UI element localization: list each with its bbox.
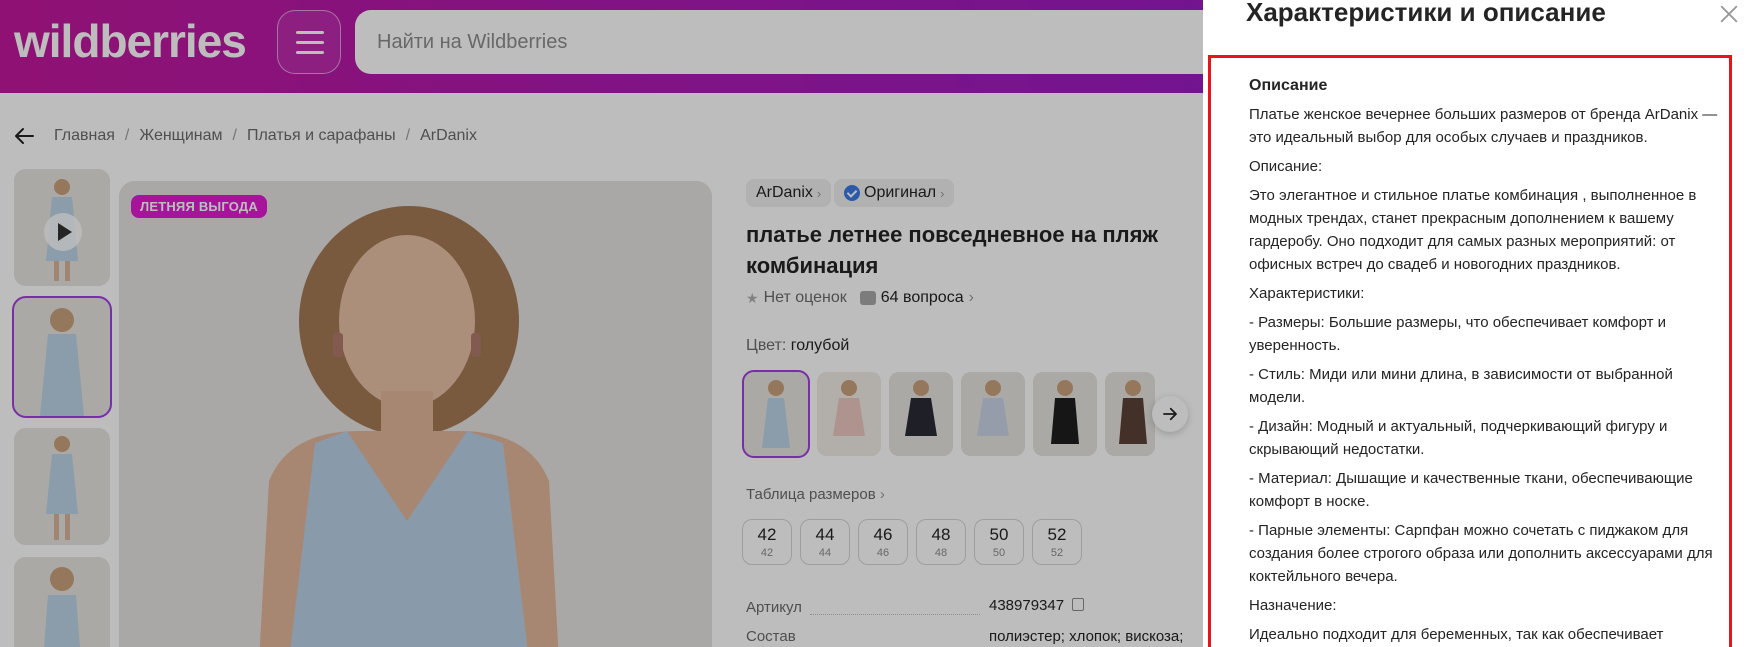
description-paragraph: - Материал: Дышащие и качественные ткани…	[1249, 470, 1693, 510]
description-paragraph: Платье женское вечернее больших размеров…	[1249, 106, 1718, 146]
characteristics-panel: Характеристики и описание Описание Плать…	[1203, 0, 1758, 647]
description-paragraph: Описание:	[1249, 158, 1323, 175]
modal-backdrop[interactable]	[0, 0, 1203, 647]
panel-title: Характеристики и описание	[1246, 0, 1606, 27]
description-paragraph: Назначение:	[1249, 597, 1337, 614]
description-paragraph: - Парные элементы: Сарпфан можно сочетат…	[1249, 522, 1713, 585]
description-box: Описание Платье женское вечернее больших…	[1208, 55, 1732, 647]
description-paragraph: Идеально подходит для беременных, так ка…	[1249, 626, 1664, 643]
description-paragraph: - Стиль: Миди или мини длина, в зависимо…	[1249, 366, 1673, 406]
description-paragraph: Это элегантное и стильное платье комбина…	[1249, 187, 1697, 273]
description-paragraph: - Размеры: Большие размеры, что обеспечи…	[1249, 314, 1667, 354]
description-paragraph: Характеристики:	[1249, 285, 1365, 302]
description-content: Описание Платье женское вечернее больших…	[1249, 74, 1727, 647]
description-paragraph: - Дизайн: Модный и актуальный, подчеркив…	[1249, 418, 1668, 458]
description-heading: Описание	[1249, 77, 1328, 94]
close-icon[interactable]	[1718, 3, 1740, 25]
